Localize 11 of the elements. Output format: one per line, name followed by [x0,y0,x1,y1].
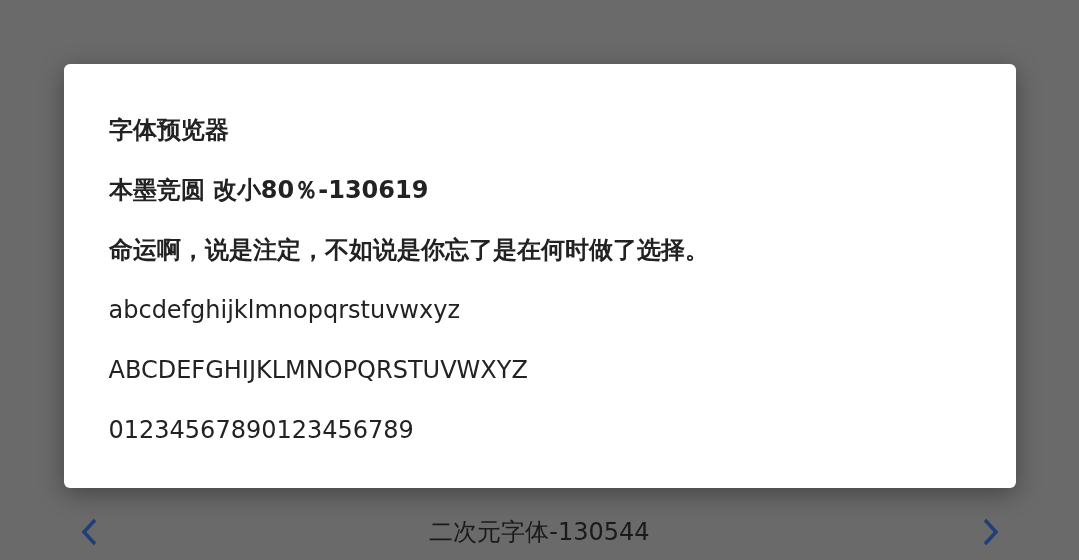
font-title: 二次元字体-130544 [429,517,650,548]
uppercase-sample: ABCDEFGHIJKLMNOPQRSTUVWXYZ [108,355,529,386]
chevron-left-icon [79,518,98,546]
sample-sentence: 命运啊，说是注定，不如说是你忘了是在何时做了选择。 [108,235,710,266]
font-name: 本墨竞圆 改小80％-130619 [108,175,430,206]
next-button[interactable] [981,518,1000,546]
chevron-right-icon [981,518,1000,546]
lowercase-sample: abcdefghijklmnopqrstuvwxyz [108,295,461,326]
dialog-title: 字体预览器 [108,115,230,146]
previous-button[interactable] [79,518,98,546]
digit-sample: 01234567890123456789 [108,415,415,446]
